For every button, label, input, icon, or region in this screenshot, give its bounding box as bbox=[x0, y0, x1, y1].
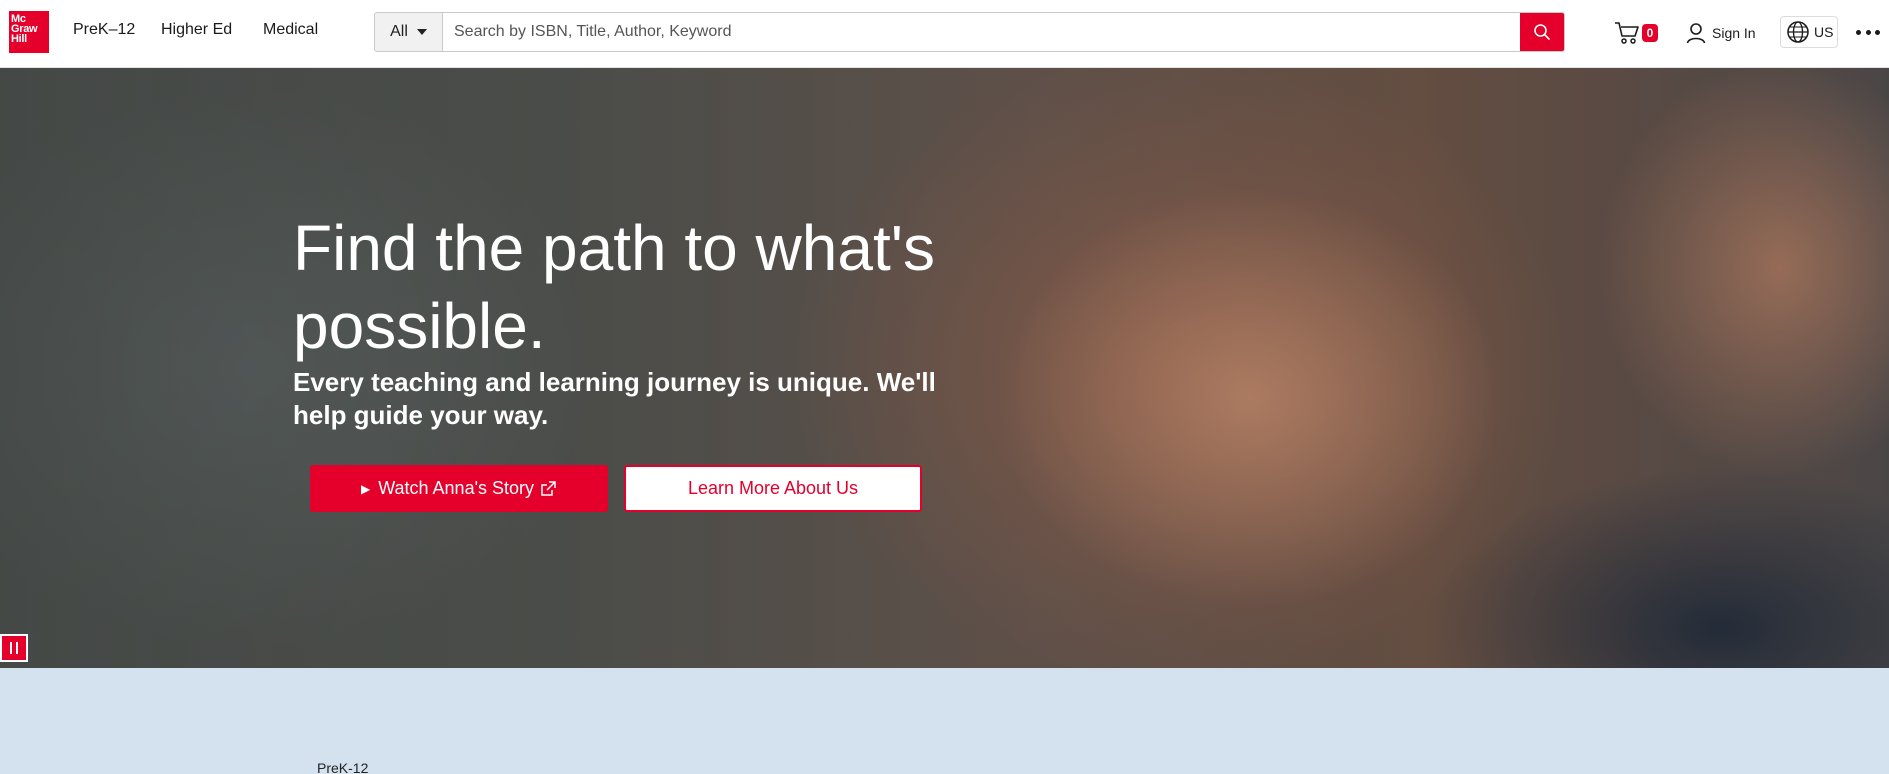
search-scope-label: All bbox=[390, 23, 408, 40]
search-scope-select[interactable]: All bbox=[375, 13, 443, 51]
more-dot bbox=[1856, 29, 1861, 35]
nav-medical[interactable]: Medical bbox=[263, 21, 318, 39]
mcgraw-hill-logo[interactable]: Mc Graw Hill bbox=[9, 11, 49, 53]
more-options-button[interactable] bbox=[1856, 24, 1880, 40]
hero-subtitle: Every teaching and learning journey is u… bbox=[293, 367, 936, 430]
play-icon: ▶ bbox=[360, 481, 371, 496]
search-bar: All bbox=[374, 12, 1565, 52]
nav-higher-ed[interactable]: Higher Ed bbox=[161, 21, 232, 39]
more-dot bbox=[1875, 29, 1880, 35]
site-header: Mc Graw Hill PreK–12 Higher Ed Medical A… bbox=[0, 0, 1889, 68]
external-link-icon bbox=[541, 480, 556, 496]
search-button[interactable] bbox=[1520, 13, 1564, 51]
globe-icon bbox=[1787, 21, 1809, 43]
pause-video-button[interactable] bbox=[0, 634, 28, 662]
logo-line-3: Hill bbox=[11, 33, 27, 45]
hero-banner: Find the path to what's possible. Every … bbox=[0, 68, 1889, 668]
sign-in-button[interactable]: Sign In bbox=[1686, 20, 1756, 46]
watch-story-button[interactable]: ▶ Watch Anna's Story bbox=[310, 465, 608, 512]
learn-more-button[interactable]: Learn More About Us bbox=[624, 465, 922, 512]
locale-label: US bbox=[1814, 24, 1834, 40]
cart-count-badge: 0 bbox=[1642, 24, 1658, 42]
section-label: PreK-12 bbox=[317, 760, 369, 774]
chevron-down-icon bbox=[416, 29, 427, 35]
cart-icon bbox=[1615, 22, 1639, 44]
hero-title: Find the path to what's possible. bbox=[293, 212, 935, 362]
cart-button[interactable]: 0 bbox=[1614, 18, 1660, 48]
search-input[interactable] bbox=[443, 13, 1520, 51]
learn-more-label: Learn More About Us bbox=[687, 478, 859, 498]
pause-icon-bar bbox=[16, 642, 18, 654]
sign-in-label: Sign In bbox=[1712, 25, 1756, 41]
user-icon bbox=[1686, 23, 1706, 44]
audience-section: PreK-12 bbox=[0, 668, 1889, 774]
pause-icon-bar bbox=[10, 642, 12, 654]
nav-prek12[interactable]: PreK–12 bbox=[73, 21, 135, 39]
watch-story-label: Watch Anna's Story bbox=[378, 478, 535, 498]
locale-selector[interactable]: US bbox=[1780, 16, 1838, 48]
more-dot bbox=[1865, 29, 1871, 35]
search-icon bbox=[1534, 24, 1550, 40]
